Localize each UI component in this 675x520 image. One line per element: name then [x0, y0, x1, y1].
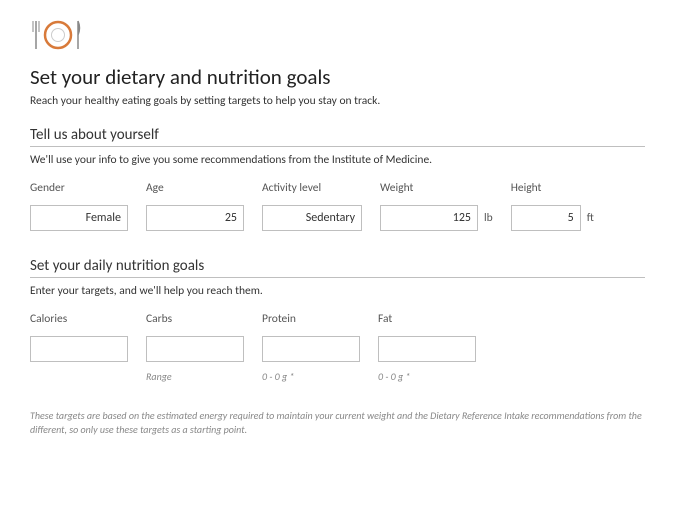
protein-label: Protein — [262, 312, 360, 326]
age-label: Age — [146, 181, 244, 195]
calories-field: Calories — [30, 312, 128, 383]
weight-input[interactable]: 125 — [380, 205, 478, 231]
calories-input[interactable] — [30, 336, 128, 362]
gender-label: Gender — [30, 181, 128, 195]
section1-heading: Tell us about yourself — [30, 126, 645, 147]
activity-label: Activity level — [262, 181, 362, 195]
activity-input[interactable]: Sedentary — [262, 205, 362, 231]
section2-desc: Enter your targets, and we'll help you r… — [30, 284, 645, 298]
fat-label: Fat — [378, 312, 476, 326]
nutrition-goals-row: Calories Carbs Range Protein 0 - 0 g * F… — [30, 312, 645, 383]
calories-label: Calories — [30, 312, 128, 326]
protein-hint: 0 - 0 g * — [262, 370, 360, 383]
page-intro: Reach your healthy eating goals by setti… — [30, 94, 645, 108]
protein-field: Protein 0 - 0 g * — [262, 312, 360, 383]
weight-label: Weight — [380, 181, 493, 195]
age-input[interactable]: 25 — [146, 205, 244, 231]
height-label: Height — [511, 181, 594, 195]
carbs-input[interactable] — [146, 336, 244, 362]
age-field: Age 25 — [146, 181, 244, 231]
height-field: Height 5 ft — [511, 181, 594, 231]
section1-desc: We'll use your info to give you some rec… — [30, 153, 645, 167]
gender-input[interactable]: Female — [30, 205, 128, 231]
activity-field: Activity level Sedentary — [262, 181, 362, 231]
fat-field: Fat 0 - 0 g * — [378, 312, 476, 383]
disclaimer-text: These targets are based on the estimated… — [30, 409, 645, 436]
weight-field: Weight 125 lb — [380, 181, 493, 231]
carbs-label: Carbs — [146, 312, 244, 326]
carbs-field: Carbs Range — [146, 312, 244, 383]
protein-input[interactable] — [262, 336, 360, 362]
fat-input[interactable] — [378, 336, 476, 362]
section2-heading: Set your daily nutrition goals — [30, 257, 645, 278]
weight-unit: lb — [484, 211, 493, 225]
about-yourself-row: Gender Female Age 25 Activity level Sede… — [30, 181, 645, 231]
fat-hint: 0 - 0 g * — [378, 370, 476, 383]
height-unit: ft — [587, 211, 594, 225]
plate-icon — [30, 18, 645, 52]
gender-field: Gender Female — [30, 181, 128, 231]
height-input[interactable]: 5 — [511, 205, 581, 231]
page-title: Set your dietary and nutrition goals — [30, 64, 645, 90]
carbs-hint: Range — [146, 370, 244, 383]
